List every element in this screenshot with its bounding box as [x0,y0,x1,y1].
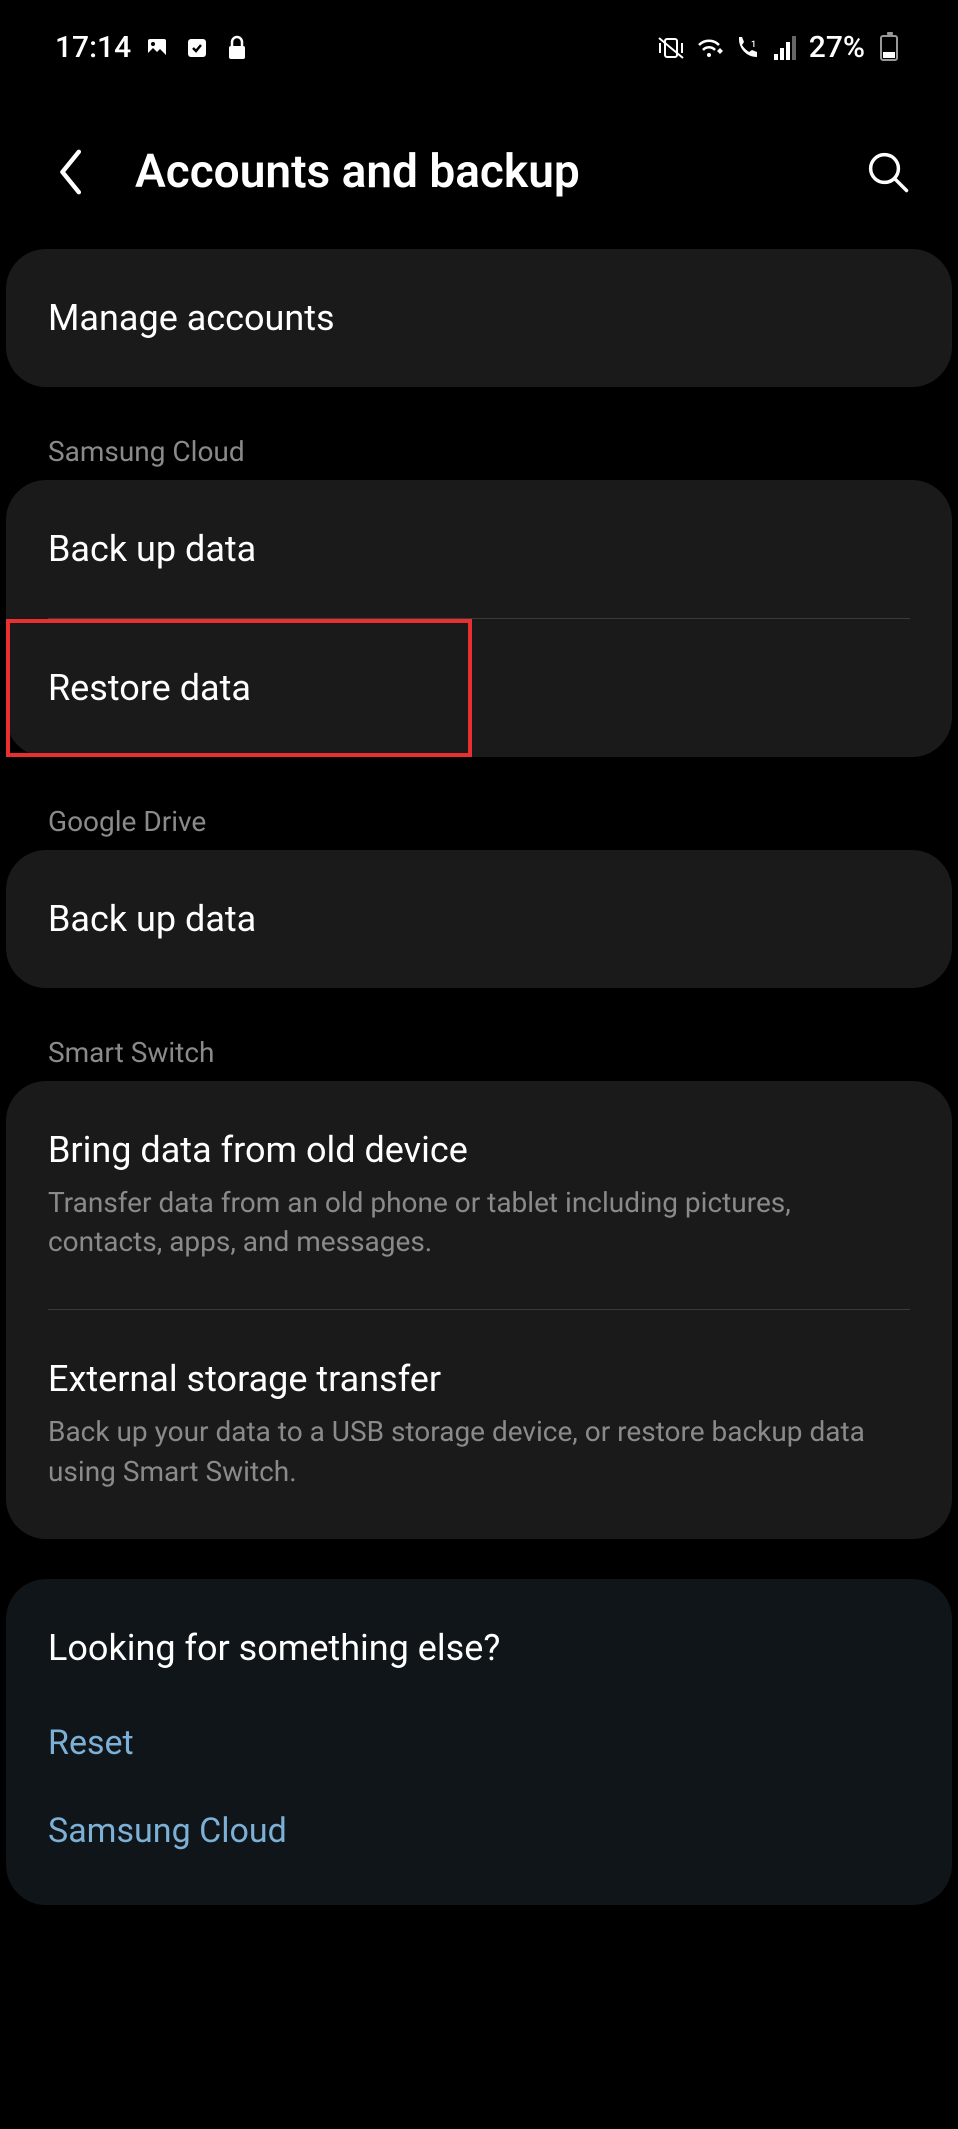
wifi-icon [695,34,723,62]
google-backup-item[interactable]: Back up data [6,850,952,988]
battery-percent: 27% [809,30,865,65]
bring-data-item[interactable]: Bring data from old device Transfer data… [6,1081,952,1309]
status-time: 17:14 [55,30,131,65]
page-title: Accounts and backup [135,145,823,199]
samsung-backup-label: Back up data [48,528,910,570]
smart-switch-header: Smart Switch [6,1018,952,1081]
chevron-left-icon [54,148,86,196]
header: Accounts and backup [0,85,958,249]
signal-icon [771,34,799,62]
samsung-cloud-header: Samsung Cloud [6,417,952,480]
svg-text:1: 1 [751,40,756,50]
samsung-restore-item[interactable]: Restore data [6,619,472,757]
reset-link[interactable]: Reset [6,1699,952,1787]
manage-accounts-item[interactable]: Manage accounts [6,249,952,387]
bring-data-desc: Transfer data from an old phone or table… [48,1183,910,1261]
vibrate-icon [657,34,685,62]
external-storage-item[interactable]: External storage transfer Back up your d… [6,1310,952,1538]
google-drive-header: Google Drive [6,787,952,850]
samsung-backup-item[interactable]: Back up data [6,480,952,618]
lock-icon [223,34,251,62]
back-button[interactable] [45,147,95,197]
external-storage-desc: Back up your data to a USB storage devic… [48,1412,910,1490]
bring-data-title: Bring data from old device [48,1129,910,1171]
image-icon [143,34,171,62]
volte-icon: 1 [733,34,761,62]
manage-accounts-label: Manage accounts [48,297,910,339]
search-button[interactable] [863,147,913,197]
footer-title: Looking for something else? [6,1579,952,1699]
footer-card: Looking for something else? Reset Samsun… [6,1579,952,1905]
manage-accounts-card: Manage accounts [6,249,952,387]
external-storage-title: External storage transfer [48,1358,910,1400]
content: Manage accounts Samsung Cloud Back up da… [0,249,958,1905]
battery-icon [875,34,903,62]
samsung-cloud-card: Back up data Restore data [6,480,952,757]
search-icon [866,150,910,194]
status-bar: 17:14 1 27% [0,0,958,85]
google-backup-label: Back up data [48,898,910,940]
checkbox-icon [183,34,211,62]
smart-switch-card: Bring data from old device Transfer data… [6,1081,952,1539]
samsung-restore-label: Restore data [48,667,430,709]
google-drive-card: Back up data [6,850,952,988]
status-right: 1 27% [657,30,903,65]
samsung-cloud-link[interactable]: Samsung Cloud [6,1787,952,1875]
status-left: 17:14 [55,30,251,65]
